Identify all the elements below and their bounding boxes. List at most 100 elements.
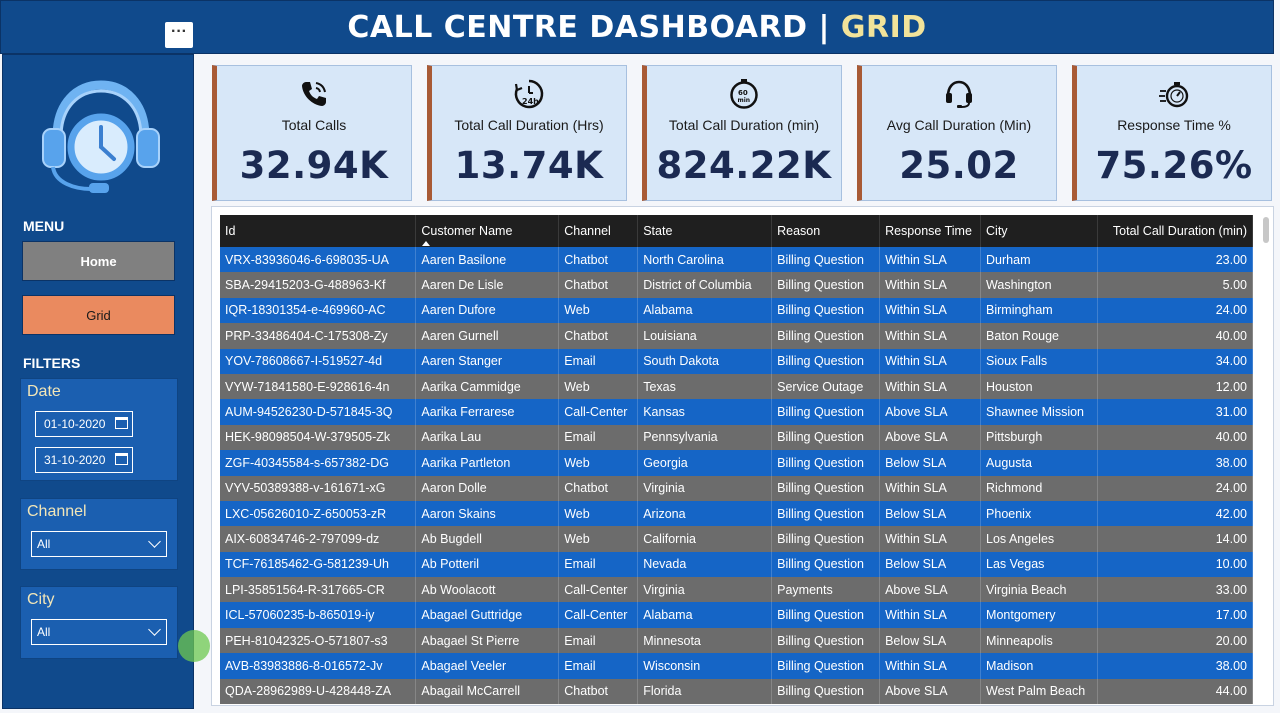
menu-title: MENU	[23, 218, 65, 234]
table-cell: YOV-78608667-I-519527-4d	[220, 348, 417, 374]
table-cell: VYV-50389388-v-161671-xG	[220, 475, 417, 501]
table-row[interactable]: VRX-83936046-6-698035-UA Aaren Basilone Ch…	[220, 247, 1254, 273]
table-row[interactable]: AVB-83983886-8-016572-Jv Abagael Veeler Em…	[220, 653, 1254, 679]
table-cell: Texas	[637, 373, 773, 400]
table-row[interactable]: IQR-18301354-e-469960-AC Aaren Dufore Web A…	[220, 297, 1254, 324]
table-cell: 40.00	[1097, 323, 1254, 349]
kpi-value: 824.22K	[656, 144, 832, 187]
title-main: CALL CENTRE DASHBOARD	[347, 9, 808, 45]
table-row[interactable]: SBA-29415203-G-488963-Kf Aaren De Lisle Ch…	[220, 272, 1254, 298]
table-cell: Ab Potteril	[415, 551, 560, 578]
nav-grid-button[interactable]: Grid	[22, 295, 175, 335]
table-cell: 33.00	[1097, 577, 1254, 603]
table-cell: Houston	[980, 373, 1098, 400]
table-cell: Within SLA	[879, 297, 982, 324]
table-row[interactable]: AIX-60834746-2-797099-dz Ab Bugdell Web Cal…	[220, 526, 1254, 552]
table-cell: LXC-05626010-Z-650053-zR	[220, 500, 417, 527]
kpi-label: Total Call Duration (min)	[668, 117, 820, 133]
column-header-city[interactable]: City	[980, 215, 1098, 247]
table-cell: Ab Bugdell	[415, 526, 560, 552]
table-body: VRX-83936046-6-698035-UA Aaren Basilone Ch…	[220, 247, 1254, 705]
table-cell: Virginia	[637, 475, 773, 501]
column-header-channel[interactable]: Channel	[558, 215, 639, 247]
channel-filter: Channel All	[20, 498, 178, 570]
table-cell: Billing Question	[771, 475, 881, 501]
table-cell: Below SLA	[879, 627, 982, 654]
sidebar: MENU Home Grid FILTERS Date 01-10-2020 3…	[2, 54, 194, 709]
table-cell: AUM-94526230-D-571845-3Q	[220, 399, 417, 425]
kpi-label: Total Calls	[281, 117, 347, 133]
table-cell: Call-Center	[558, 602, 639, 628]
table-cell: Madison	[980, 653, 1098, 679]
table-cell: Aaron Skains	[415, 500, 560, 527]
date-start-input[interactable]: 01-10-2020	[35, 411, 133, 437]
kpi-label: Response Time %	[1117, 117, 1231, 133]
timer-60min-icon: 60 min	[730, 79, 758, 109]
table-cell: Chatbot	[558, 678, 639, 705]
table-cell: Florida	[637, 678, 773, 705]
column-header-response-time[interactable]: Response Time	[879, 215, 982, 247]
table-cell: Abagael Guttridge	[415, 602, 560, 628]
table-row[interactable]: VYV-50389388-v-161671-xG Aaron Dolle Chatb…	[220, 475, 1254, 501]
column-header-total-call-duration[interactable]: Total Call Duration (min)	[1097, 215, 1254, 247]
table-cell: Georgia	[637, 450, 773, 476]
city-select[interactable]: All	[31, 619, 167, 645]
table-cell: District of Columbia	[637, 272, 773, 298]
kpi-value: 32.94K	[239, 144, 389, 187]
table-cell: VYW-71841580-E-928616-4n	[220, 373, 417, 400]
table-cell: Virginia	[637, 577, 773, 603]
column-header-reason[interactable]: Reason	[771, 215, 881, 247]
channel-filter-label: Channel	[27, 503, 87, 520]
table-row[interactable]: LXC-05626010-Z-650053-zR Aaron Skains Web A…	[220, 500, 1254, 527]
kpi-label: Avg Call Duration (Min)	[886, 117, 1032, 133]
table-row[interactable]: TCF-76185462-G-581239-Uh Ab Potteril Email…	[220, 551, 1254, 578]
headset-icon	[946, 80, 972, 108]
calendar-icon[interactable]	[115, 417, 128, 429]
table-cell: Billing Question	[771, 653, 881, 679]
table-row[interactable]: YOV-78608667-I-519527-4d Aaren Stanger Ema…	[220, 348, 1254, 374]
table-row[interactable]: PEH-81042325-O-571807-s3 Abagael St Pierr…	[220, 627, 1254, 654]
table-cell: Aaren Gurnell	[415, 323, 560, 349]
table-cell: Virginia Beach	[980, 577, 1098, 603]
table-row[interactable]: ICL-57060235-b-865019-iy Abagael Guttridg…	[220, 602, 1254, 628]
table-cell: Billing Question	[771, 602, 881, 628]
table-row[interactable]: AUM-94526230-D-571845-3Q Aarika Ferrarese…	[220, 399, 1254, 425]
table-cell: VRX-83936046-6-698035-UA	[220, 247, 417, 273]
nav-home-button[interactable]: Home	[22, 241, 175, 281]
table-cell: 5.00	[1097, 272, 1254, 298]
table-cell: 34.00	[1097, 348, 1254, 374]
table-cell: Billing Question	[771, 500, 881, 527]
column-header-state[interactable]: State	[637, 215, 773, 247]
table-cell: Aaren Stanger	[415, 348, 560, 374]
table-cell: Within SLA	[879, 247, 982, 273]
table-cell: Montgomery	[980, 602, 1098, 628]
table-row[interactable]: LPI-35851564-R-317665-CR Ab Woolacott Call…	[220, 577, 1254, 603]
table-row[interactable]: VYW-71841580-E-928616-4n Aarika Cammidge W…	[220, 373, 1254, 400]
table-row[interactable]: QDA-28962989-U-428448-ZA Abagail McCarrel…	[220, 678, 1254, 705]
title-subtitle: GRID	[840, 9, 927, 45]
column-header-customer-name[interactable]: Customer Name	[415, 215, 560, 247]
calls-table: Id Customer Name Channel State Reason Re…	[220, 215, 1254, 705]
table-cell: Within SLA	[879, 475, 982, 501]
more-options-button[interactable]: ···	[165, 22, 193, 48]
table-row[interactable]: HEK-98098504-W-379505-Zk Aarika Lau Email P…	[220, 424, 1254, 451]
table-cell: 40.00	[1097, 424, 1254, 451]
table-cell: Within SLA	[879, 348, 982, 374]
filters-title: FILTERS	[23, 355, 81, 371]
date-end-input[interactable]: 31-10-2020	[35, 447, 133, 473]
table-cell: TCF-76185462-G-581239-Uh	[220, 551, 417, 578]
kpi-value: 25.02	[899, 144, 1019, 187]
channel-select[interactable]: All	[31, 531, 167, 557]
table-cell: 31.00	[1097, 399, 1254, 425]
table-cell: Aaren Dufore	[415, 297, 560, 324]
column-header-id[interactable]: Id	[220, 215, 417, 247]
table-cell: Alabama	[637, 297, 773, 324]
table-cell: Pittsburgh	[980, 424, 1098, 451]
table-row[interactable]: ZGF-40345584-s-657382-DG Aarika Partleton…	[220, 450, 1254, 476]
table-cell: Las Vegas	[980, 551, 1098, 578]
calendar-icon[interactable]	[115, 453, 128, 465]
table-cell: Web	[558, 450, 639, 476]
table-scrollbar[interactable]	[1263, 217, 1269, 243]
table-cell: Sioux Falls	[980, 348, 1098, 374]
table-row[interactable]: PRP-33486404-C-175308-Zy Aaren Gurnell Cha…	[220, 323, 1254, 349]
